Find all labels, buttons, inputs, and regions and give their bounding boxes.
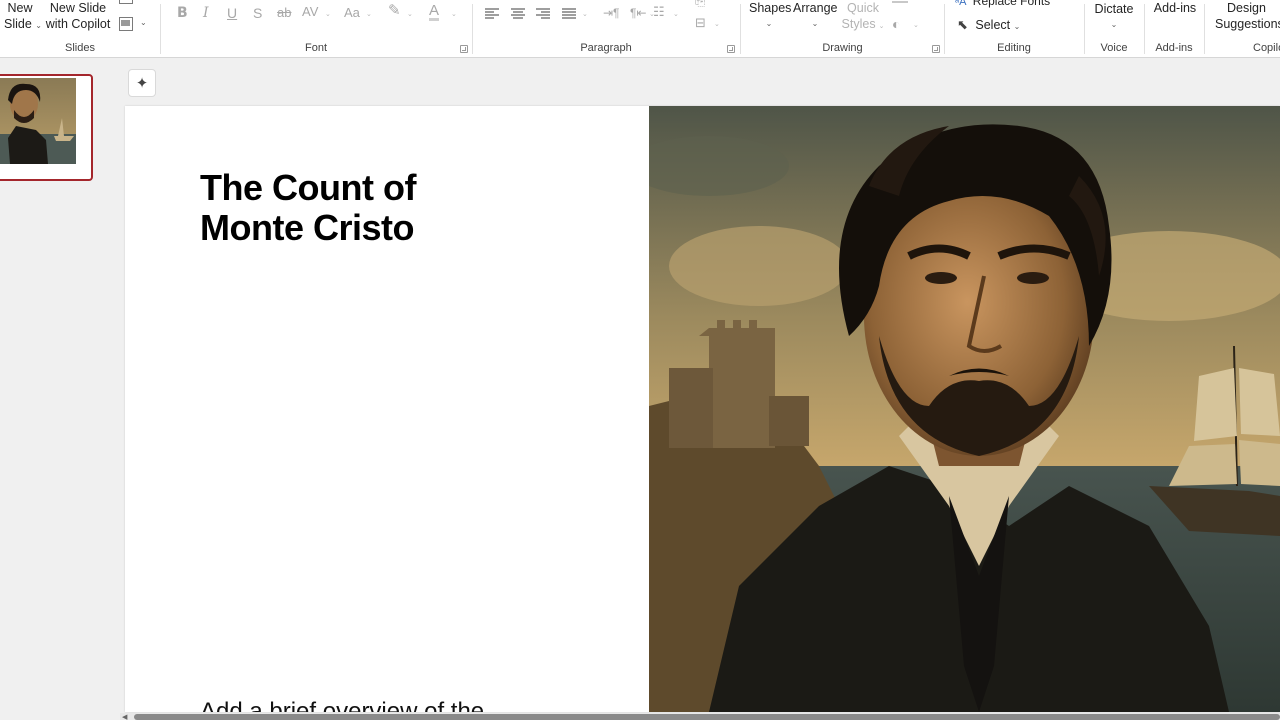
font-color-button[interactable]: A: [429, 3, 440, 21]
new-slide-button[interactable]: New Slide ⌄: [4, 0, 42, 34]
character-spacing-button[interactable]: AV: [302, 5, 318, 19]
bold-button[interactable]: B: [177, 6, 188, 20]
columns-icon[interactable]: ☷: [653, 5, 665, 19]
chevron-down-icon: ⌄: [811, 19, 819, 28]
chevron-down-icon[interactable]: ⌄: [407, 10, 413, 18]
shapes-button[interactable]: Shapes ⌄: [749, 0, 792, 32]
align-right-icon[interactable]: [536, 8, 550, 19]
slide-title[interactable]: The Count of Monte Cristo: [200, 168, 416, 248]
drawing-dialog-launcher-icon[interactable]: [932, 45, 940, 53]
chevron-down-icon: ⌄: [878, 23, 885, 30]
text-direction-icon[interactable]: ⎘: [695, 0, 705, 8]
designer-button[interactable]: ✦: [128, 69, 156, 97]
strikethrough-button[interactable]: S: [253, 6, 262, 20]
new-slide-with-copilot-button[interactable]: New Slide with Copilot: [44, 0, 112, 32]
thumbnail-portrait-image: [0, 78, 76, 164]
ltr-direction-icon[interactable]: ⇥¶: [603, 6, 620, 20]
replace-fonts-icon: ᵃA: [955, 0, 967, 8]
replace-fonts-label: Replace Fonts: [972, 0, 1051, 8]
shapes-label: Shapes: [749, 1, 792, 15]
double-strike-button[interactable]: ab: [277, 6, 291, 20]
replace-fonts-button[interactable]: ᵃA Replace Fonts: [955, 0, 1050, 8]
slide-body-text[interactable]: Add a brief overview of the: [200, 698, 484, 712]
copilot-group: Design Suggestions Copilo: [1205, 0, 1280, 57]
drawing-group: Shapes ⌄ Arrange ⌄ Quick Styles ⌄ ◐ ⌄ Dra…: [741, 0, 944, 57]
font-group: B I U S ab AV ⌄ Aa ⌄ ✎ ⌄ A ⌄ Font: [161, 0, 471, 57]
editing-group-label: Editing: [997, 42, 1031, 54]
slide-title-line-2: Monte Cristo: [200, 207, 414, 248]
chevron-down-icon[interactable]: ⌄: [366, 10, 372, 18]
slides-group: New Slide ⌄ New Slide with Copilot ⌄ Sli…: [0, 0, 160, 57]
chevron-down-icon: ⌄: [1110, 20, 1118, 29]
chevron-down-icon[interactable]: ⌄: [673, 10, 679, 18]
editing-group: ᵃA Replace Fonts ⬉ Select ⌄ Editing: [945, 0, 1083, 57]
chevron-down-icon[interactable]: ⌄: [582, 10, 588, 18]
italic-button[interactable]: I: [203, 6, 209, 20]
chevron-down-icon: ⌄: [1013, 22, 1021, 31]
chevron-down-icon[interactable]: ⌄: [714, 20, 720, 28]
drawing-group-label: Drawing: [822, 42, 863, 54]
arrange-button[interactable]: Arrange ⌄: [793, 0, 837, 32]
addins-group: Add-ins Add-ins: [1145, 0, 1203, 57]
justify-icon[interactable]: [562, 8, 576, 19]
chevron-down-icon[interactable]: ⌄: [913, 21, 919, 29]
layout-icon[interactable]: [119, 0, 133, 4]
horizontal-scrollbar[interactable]: ◀: [120, 713, 1280, 720]
rtl-direction-icon[interactable]: ¶⇤: [630, 6, 647, 20]
font-dialog-launcher-icon[interactable]: [460, 45, 468, 53]
copilot-label-1: New Slide: [49, 1, 107, 15]
paragraph-dialog-launcher-icon[interactable]: [727, 45, 735, 53]
scroll-left-icon[interactable]: ◀: [122, 713, 127, 720]
chevron-down-icon: ⌄: [765, 19, 773, 28]
cursor-select-icon: ⬉: [957, 17, 968, 32]
voice-group-label: Voice: [1100, 42, 1128, 54]
quick-label: Quick: [847, 1, 879, 15]
highlight-pen-icon[interactable]: ✎: [388, 3, 401, 18]
strike-label: S: [253, 5, 263, 21]
chevron-down-icon[interactable]: ⌄: [451, 10, 457, 18]
styles-label: Styles: [841, 17, 876, 31]
sparkle-icon: ✦: [135, 75, 149, 92]
slide-thumbnail-pane: [0, 58, 114, 720]
copilot-group-label: Copilo: [1253, 42, 1280, 54]
arrange-label: Arrange: [793, 1, 838, 15]
slide[interactable]: The Count of Monte Cristo Add a brief ov…: [125, 106, 1280, 712]
chevron-down-icon[interactable]: ⌄: [325, 10, 331, 18]
chevron-down-icon: ⌄: [35, 21, 42, 30]
scrollbar-thumb[interactable]: [134, 714, 1280, 720]
slide-thumbnail-1[interactable]: [0, 74, 93, 181]
slide-title-line-1: The Count of: [200, 167, 416, 208]
voice-group: Dictate ⌄ Voice: [1085, 0, 1143, 57]
portrait-image[interactable]: [649, 106, 1280, 712]
align-left-icon[interactable]: [485, 8, 499, 19]
slides-group-label: Slides: [65, 42, 95, 54]
font-group-label: Font: [304, 42, 327, 54]
select-label: Select: [975, 18, 1011, 32]
copilot-label-2: with Copilot: [45, 17, 111, 31]
align-text-icon[interactable]: ⊟: [695, 16, 706, 30]
addins-group-label: Add-ins: [1155, 42, 1193, 54]
section-icon[interactable]: [119, 17, 133, 31]
design-label-1: Design: [1227, 1, 1266, 15]
align-center-icon[interactable]: [511, 8, 525, 19]
chevron-down-icon[interactable]: ⌄: [140, 18, 147, 27]
shape-outline-icon[interactable]: [892, 0, 908, 3]
change-case-button[interactable]: Aa: [344, 6, 360, 20]
paragraph-group-label: Paragraph: [580, 42, 632, 54]
design-suggestions-button[interactable]: Design Suggestions: [1215, 0, 1280, 32]
new-slide-label-1: New: [7, 1, 33, 15]
addins-button[interactable]: Add-ins: [1151, 0, 1199, 16]
underline-button[interactable]: U: [227, 6, 237, 20]
ribbon: New Slide ⌄ New Slide with Copilot ⌄ Sli…: [0, 0, 1280, 58]
design-label-2: Suggestions: [1215, 17, 1280, 31]
dictate-button[interactable]: Dictate ⌄: [1091, 1, 1137, 33]
select-button[interactable]: ⬉ Select ⌄: [957, 17, 1020, 33]
quick-styles-button[interactable]: Quick Styles ⌄: [841, 0, 885, 35]
dictate-label: Dictate: [1094, 2, 1134, 16]
new-slide-label-2: Slide: [4, 17, 32, 31]
slide-canvas: ✦ The Count of Monte Cristo Add a brief …: [114, 58, 1280, 720]
shape-fill-icon[interactable]: ◐: [892, 17, 900, 31]
paragraph-group: ⌄ ⇥¶ ¶⇤ ⌄ ☷ ⌄ ⎘ ⊟ ⌄ Paragraph: [473, 0, 739, 57]
